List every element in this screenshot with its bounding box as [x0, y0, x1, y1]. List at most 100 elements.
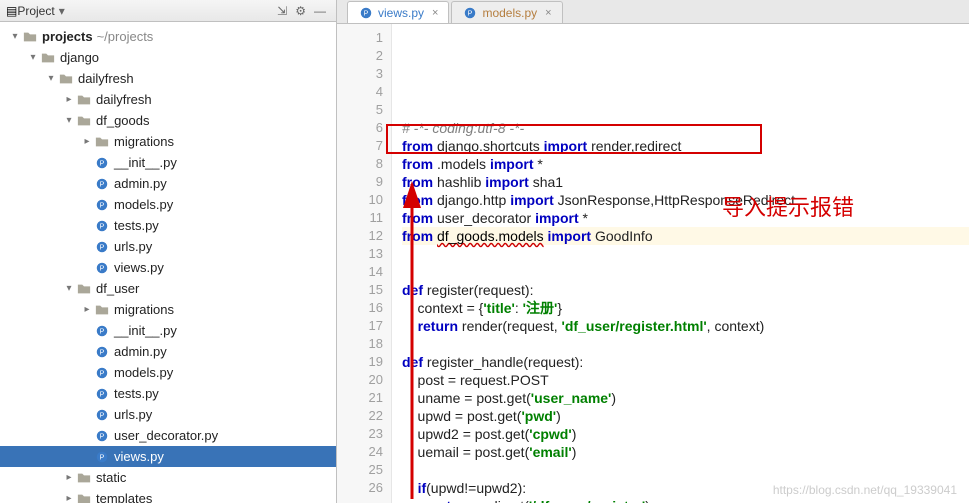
tree-dailyfresh[interactable]: ▾dailyfresh — [0, 68, 336, 89]
code-line[interactable] — [402, 263, 969, 281]
tree-dfg-migrations[interactable]: ▸ migrations — [0, 131, 336, 152]
code-line[interactable]: context = {'title': '注册'} — [402, 299, 969, 317]
tree-item-label: df_goods — [96, 113, 150, 128]
chevron-right-icon[interactable]: ▸ — [80, 304, 94, 315]
chevron-right-icon[interactable]: ▸ — [62, 493, 76, 503]
folder-icon — [22, 29, 38, 45]
chevron-right-icon[interactable]: ▸ — [62, 94, 76, 105]
code-line[interactable]: upwd2 = post.get('cpwd') — [402, 425, 969, 443]
tab-label: models.py — [482, 6, 537, 20]
hide-icon[interactable]: — — [314, 4, 326, 18]
collapse-icon[interactable]: ⇲ — [277, 4, 287, 18]
line-number: 1 — [337, 29, 383, 47]
project-tool-window: ▤ Project ▾ ⇲ ⚙ — ▾projects ~/projects▾d… — [0, 0, 337, 503]
chevron-down-icon[interactable]: ▾ — [62, 283, 76, 294]
tree-dfg-tests[interactable]: Ptests.py — [0, 215, 336, 236]
tree-projects[interactable]: ▾projects ~/projects — [0, 26, 336, 47]
tree-dfu-init[interactable]: P__init__.py — [0, 320, 336, 341]
line-number: 20 — [337, 371, 383, 389]
tree-dfu-userdec[interactable]: Puser_decorator.py — [0, 425, 336, 446]
code-line[interactable] — [402, 335, 969, 353]
tree-item-label: tests.py — [114, 386, 159, 401]
python-file-icon: P — [94, 218, 110, 234]
python-file-icon: P — [94, 155, 110, 171]
tab-views[interactable]: Pviews.py× — [347, 1, 449, 23]
chevron-down-icon[interactable]: ▾ — [26, 52, 40, 63]
folder-icon — [76, 113, 92, 129]
code-line[interactable]: post = request.POST — [402, 371, 969, 389]
chevron-down-icon[interactable]: ▾ — [62, 115, 76, 126]
svg-text:P: P — [100, 328, 105, 335]
code-line[interactable] — [402, 245, 969, 263]
project-tool-header[interactable]: ▤ Project ▾ ⇲ ⚙ — — [0, 0, 336, 22]
code-line[interactable]: # -*- coding:utf-8 -*- — [402, 119, 969, 137]
code-line[interactable]: def register(request): — [402, 281, 969, 299]
tree-dfg-admin[interactable]: Padmin.py — [0, 173, 336, 194]
line-number: 24 — [337, 443, 383, 461]
project-tree[interactable]: ▾projects ~/projects▾django▾dailyfresh▸d… — [0, 22, 336, 503]
tree-dfu-urls[interactable]: Purls.py — [0, 404, 336, 425]
tab-models[interactable]: Pmodels.py × — [451, 1, 562, 23]
chevron-down-icon[interactable]: ▾ — [59, 4, 65, 18]
code-line[interactable]: from user_decorator import * — [402, 209, 969, 227]
tree-dfu-views[interactable]: Pviews.py — [0, 446, 336, 467]
tree-df-goods[interactable]: ▾ df_goods — [0, 110, 336, 131]
python-file-icon: P — [94, 239, 110, 255]
python-file-icon: P — [94, 344, 110, 360]
gear-icon[interactable]: ⚙ — [295, 4, 306, 18]
tree-item-label: static — [96, 470, 126, 485]
project-tool-title: Project — [17, 4, 54, 18]
code-line[interactable]: from hashlib import sha1 — [402, 173, 969, 191]
chevron-down-icon[interactable]: ▾ — [8, 31, 22, 42]
line-number: 16 — [337, 299, 383, 317]
code-line[interactable]: from django.http import JsonResponse,Htt… — [402, 191, 969, 209]
tree-templates[interactable]: ▸templates — [0, 488, 336, 503]
code-line[interactable]: from .models import * — [402, 155, 969, 173]
code-line[interactable]: from django.shortcuts import render,redi… — [402, 137, 969, 155]
tree-dfu-tests[interactable]: Ptests.py — [0, 383, 336, 404]
tree-item-label: migrations — [114, 134, 174, 149]
svg-text:P: P — [468, 10, 473, 17]
folder-icon — [40, 50, 56, 66]
folder-icon — [76, 281, 92, 297]
chevron-right-icon[interactable]: ▸ — [62, 472, 76, 483]
editor-tabs: Pviews.py× Pmodels.py × — [337, 0, 969, 24]
tree-dfu-admin[interactable]: Padmin.py — [0, 341, 336, 362]
line-number: 9 — [337, 173, 383, 191]
chevron-down-icon[interactable]: ▾ — [44, 73, 58, 84]
tree-df-user[interactable]: ▾df_user — [0, 278, 336, 299]
code-content[interactable]: 导入提示报错 # -*- coding:utf-8 -*-from django… — [392, 24, 969, 503]
tree-django[interactable]: ▾django — [0, 47, 336, 68]
tree-item-label: models.py — [114, 197, 173, 212]
code-line[interactable]: def register_handle(request): — [402, 353, 969, 371]
tree-dfg-init[interactable]: P__init__.py — [0, 152, 336, 173]
python-file-icon: P — [462, 5, 478, 21]
code-line[interactable]: from df_goods.models import GoodInfo — [402, 227, 969, 245]
code-editor[interactable]: 1234567891011121314151617181920212223242… — [337, 24, 969, 503]
tree-dfu-migrations[interactable]: ▸ migrations — [0, 299, 336, 320]
close-icon[interactable]: × — [545, 7, 551, 19]
code-line[interactable]: return render(request, 'df_user/register… — [402, 317, 969, 335]
tree-item-label: migrations — [114, 302, 174, 317]
code-line[interactable] — [402, 461, 969, 479]
tree-dfg-views[interactable]: Pviews.py — [0, 257, 336, 278]
line-number: 21 — [337, 389, 383, 407]
tree-item-label: views.py — [114, 449, 164, 464]
svg-text:P: P — [100, 433, 105, 440]
line-number: 25 — [337, 461, 383, 479]
close-icon[interactable]: × — [432, 7, 438, 19]
code-line[interactable]: uemail = post.get('email') — [402, 443, 969, 461]
line-number: 8 — [337, 155, 383, 173]
tree-item-label: views.py — [114, 260, 164, 275]
tree-static[interactable]: ▸ static — [0, 467, 336, 488]
chevron-right-icon[interactable]: ▸ — [80, 136, 94, 147]
svg-text:P: P — [100, 412, 105, 419]
code-line[interactable]: return redirect('/df_user/register') — [402, 497, 969, 503]
code-line[interactable]: upwd = post.get('pwd') — [402, 407, 969, 425]
tree-dailyfresh-inner[interactable]: ▸dailyfresh — [0, 89, 336, 110]
tree-dfu-models[interactable]: Pmodels.py — [0, 362, 336, 383]
tree-dfg-models[interactable]: Pmodels.py — [0, 194, 336, 215]
python-file-icon: P — [94, 407, 110, 423]
code-line[interactable]: uname = post.get('user_name') — [402, 389, 969, 407]
tree-dfg-urls[interactable]: Purls.py — [0, 236, 336, 257]
